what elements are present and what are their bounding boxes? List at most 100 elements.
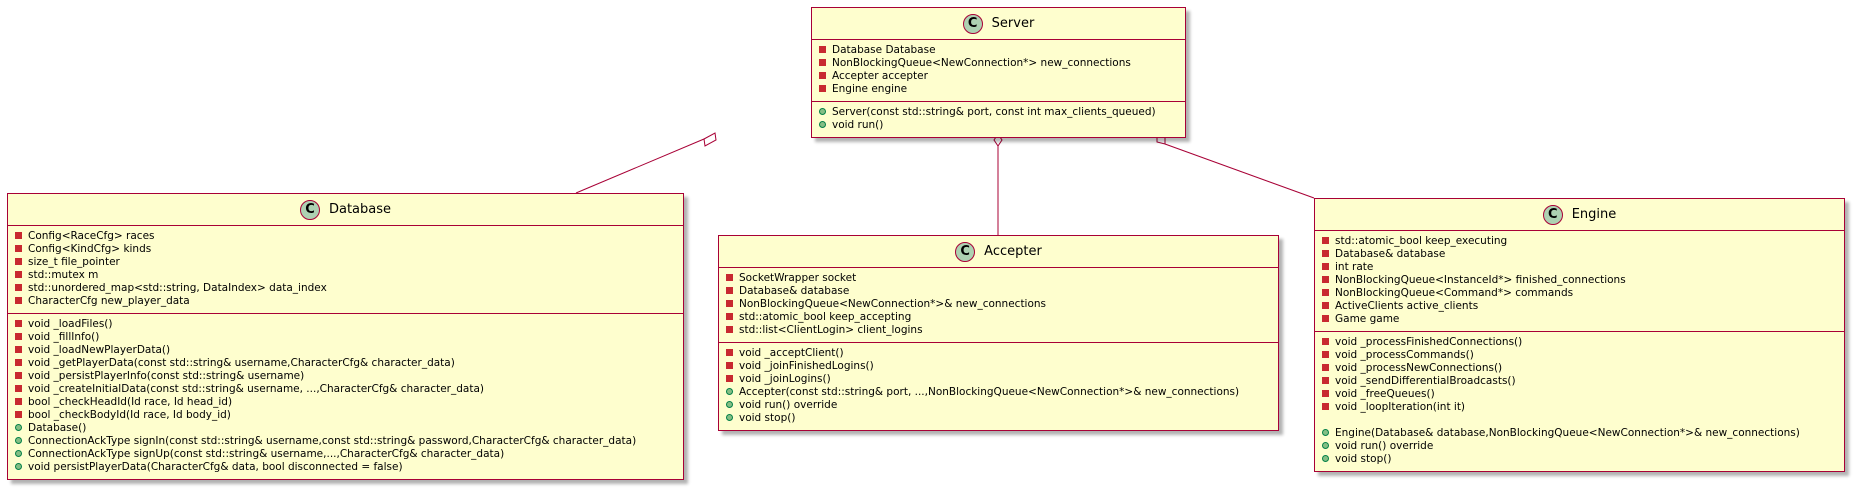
private-icon [1322,276,1329,283]
class-name: Accepter [984,244,1042,259]
method-item: void _loadFiles() [8,318,683,331]
private-icon [15,245,22,252]
field-text: Accepter accepter [832,70,928,82]
private-icon [726,300,733,307]
method-item: void _sendDifferentialBroadcasts() [1315,375,1844,388]
private-icon [1322,250,1329,257]
field-text: size_t file_pointer [28,256,120,268]
class-accepter-methods: void _acceptClient() void _joinFinishedL… [719,342,1278,430]
method-item: void _loadNewPlayerData() [8,344,683,357]
method-item: Server(const std::string& port, const in… [812,106,1185,119]
method-item: void _joinFinishedLogins() [719,360,1278,373]
private-icon [726,362,733,369]
field-text: CharacterCfg new_player_data [28,295,190,307]
method-item: void _fillInfo() [8,331,683,344]
class-database[interactable]: C Database Config<RaceCfg> races Config<… [7,193,684,480]
field-item: ActiveClients active_clients [1315,300,1844,313]
private-icon [819,46,826,53]
public-icon [15,450,22,457]
private-icon [1322,364,1329,371]
method-text: Engine(Database& database,NonBlockingQue… [1335,427,1800,439]
private-icon [1322,403,1329,410]
method-item: bool _checkHeadId(Id race, Id head_id) [8,396,683,409]
class-accepter-header: C Accepter [719,236,1278,268]
aggregation-diamond-database [703,132,717,147]
method-item: void _createInitialData(const std::strin… [8,383,683,396]
field-item: Engine engine [812,83,1185,96]
private-icon [15,320,22,327]
field-item: std::mutex m [8,269,683,282]
class-server-header: C Server [812,8,1185,40]
method-text: bool _checkBodyId(Id race, Id body_id) [28,409,231,421]
field-text: Game game [1335,313,1400,325]
private-icon [15,258,22,265]
method-text: void _joinLogins() [739,373,831,385]
method-text: void _sendDifferentialBroadcasts() [1335,375,1516,387]
private-icon [15,232,22,239]
method-item: void run() override [1315,440,1844,453]
private-icon [15,411,22,418]
method-text: void _acceptClient() [739,347,844,359]
field-text: ActiveClients active_clients [1335,300,1479,312]
public-icon [1322,429,1329,436]
field-text: Database Database [832,44,936,56]
public-icon [726,401,733,408]
field-text: std::atomic_bool keep_accepting [739,311,912,323]
private-icon [726,274,733,281]
method-item: void _processCommands() [1315,349,1844,362]
field-text: std::list<ClientLogin> client_logins [739,324,923,336]
method-text: Accepter(const std::string& port, ...,No… [739,386,1240,398]
method-text: void _processCommands() [1335,349,1474,361]
method-item: void _acceptClient() [719,347,1278,360]
field-item: CharacterCfg new_player_data [8,295,683,308]
field-item: Database& database [719,285,1278,298]
field-text: Database& database [739,285,850,297]
field-item: Database Database [812,44,1185,57]
class-accepter[interactable]: C Accepter SocketWrapper socket Database… [718,235,1279,431]
class-name: Engine [1571,207,1617,222]
field-text: int rate [1335,261,1374,273]
method-item: Engine(Database& database,NonBlockingQue… [1315,427,1844,440]
class-server-fields: Database Database NonBlockingQueue<NewCo… [812,40,1185,101]
field-text: std::atomic_bool keep_executing [1335,235,1508,247]
method-text: ConnectionAckType signUp(const std::stri… [28,448,505,460]
field-text: SocketWrapper socket [739,272,857,284]
method-item: ConnectionAckType signUp(const std::stri… [8,448,683,461]
class-engine-fields: std::atomic_bool keep_executing Database… [1315,231,1844,331]
field-item: int rate [1315,261,1844,274]
private-icon [726,375,733,382]
method-text: void _joinFinishedLogins() [739,360,874,372]
field-item: Database& database [1315,248,1844,261]
method-text: Database() [28,422,87,434]
class-name: Server [991,16,1035,31]
class-server[interactable]: C Server Database Database NonBlockingQu… [811,7,1186,138]
class-database-methods: void _loadFiles() void _fillInfo() void … [8,313,683,479]
method-text: Server(const std::string& port, const in… [832,106,1156,118]
relation-server-engine [1164,143,1315,199]
method-text: void _loadNewPlayerData() [28,344,171,356]
field-text: NonBlockingQueue<NewConnection*> new_con… [832,57,1131,69]
field-text: Config<RaceCfg> races [28,230,155,242]
field-item: SocketWrapper socket [719,272,1278,285]
method-item: void _loopIteration(int it) [1315,401,1844,414]
class-engine[interactable]: C Engine std::atomic_bool keep_executing… [1314,198,1845,472]
method-text: void run() [832,119,884,131]
field-item: Accepter accepter [812,70,1185,83]
field-item: std::atomic_bool keep_accepting [719,311,1278,324]
field-item: Config<RaceCfg> races [8,230,683,243]
private-icon [15,359,22,366]
public-icon [819,121,826,128]
field-item: NonBlockingQueue<NewConnection*> new_con… [812,57,1185,70]
field-text: Database& database [1335,248,1446,260]
private-icon [15,271,22,278]
method-item: bool _checkBodyId(Id race, Id body_id) [8,409,683,422]
class-database-header: C Database [8,194,683,226]
method-text: void run() override [1335,440,1434,452]
private-icon [1322,237,1329,244]
private-icon [819,59,826,66]
method-item: void _processNewConnections() [1315,362,1844,375]
private-icon [1322,315,1329,322]
relation-server-database [575,138,705,194]
private-icon [15,372,22,379]
public-icon [15,424,22,431]
